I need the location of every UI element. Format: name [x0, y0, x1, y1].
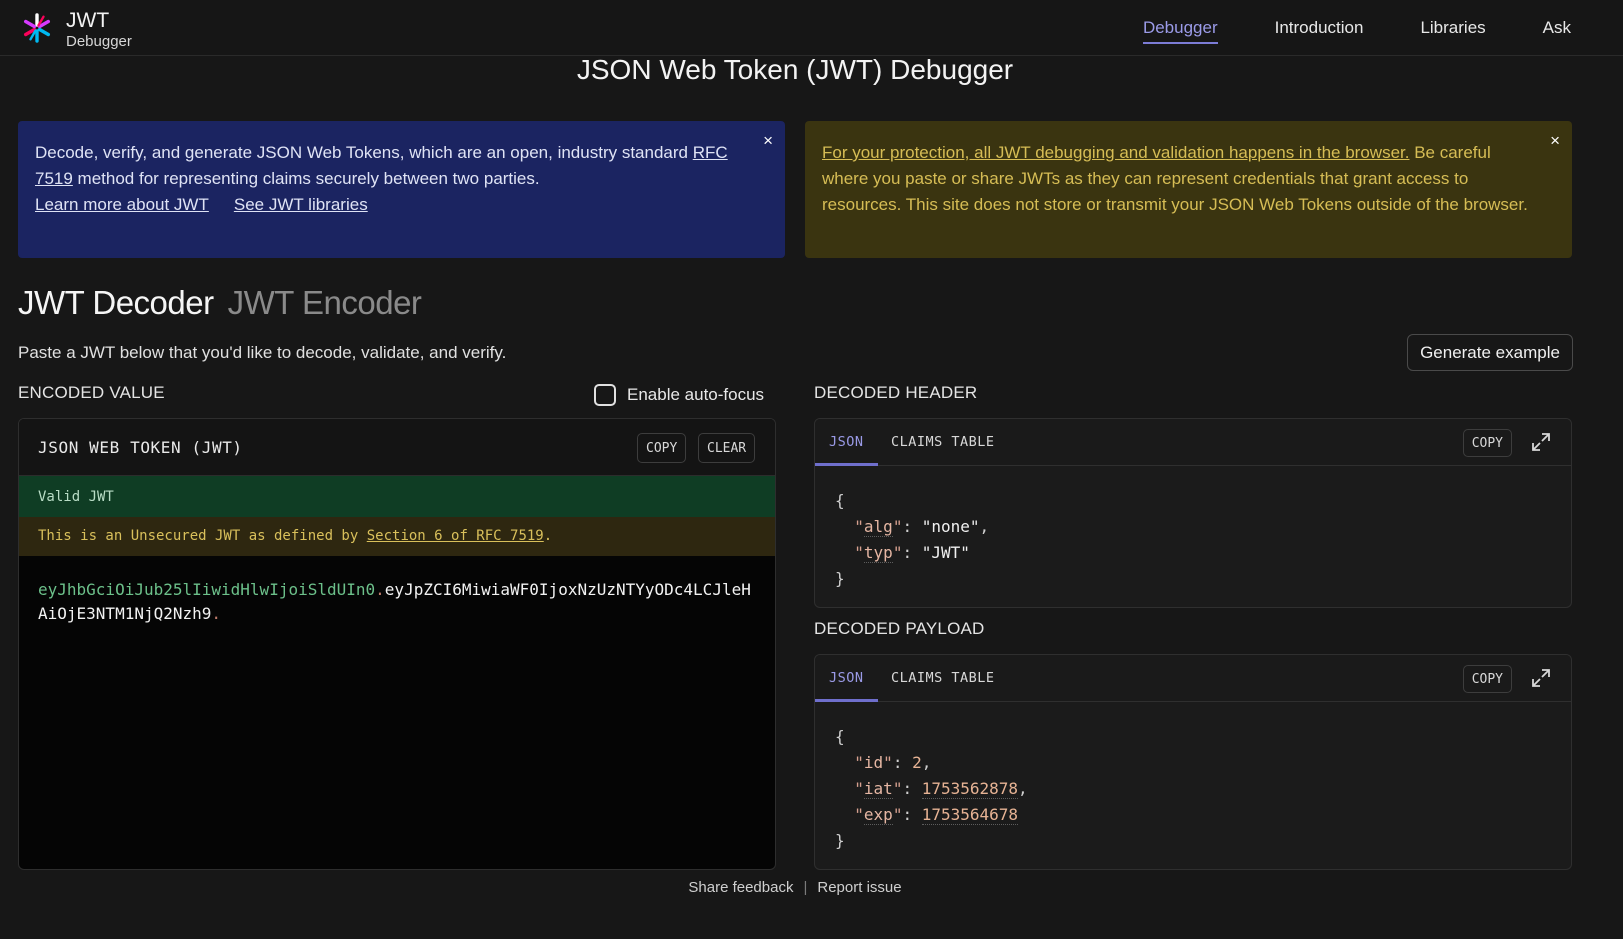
footer-separator: | — [803, 879, 808, 896]
rfc-section-6-link[interactable]: Section 6 of RFC 7519 — [367, 528, 544, 544]
json-value[interactable]: 1753564678 — [921, 805, 1019, 825]
brand-subtitle: Debugger — [66, 33, 132, 50]
close-icon[interactable]: × — [763, 128, 773, 154]
json-close-brace: } — [835, 569, 845, 588]
decoded-payload-json: { "id": 2, "iat": 1753562878, "exp": 175… — [815, 702, 1571, 869]
jwt-token-input[interactable]: eyJhbGciOiJub25lIiwidHlwIjoiSldUIn0.eyJp… — [19, 556, 775, 626]
info-banner: × Decode, verify, and generate JSON Web … — [18, 121, 785, 258]
json-value[interactable]: 1753562878 — [921, 779, 1019, 799]
tab-payload-json[interactable]: JSON — [815, 655, 878, 702]
footer: Share feedback | Report issue — [0, 879, 1590, 896]
auto-focus-label: Enable auto-focus — [627, 385, 765, 404]
copy-payload-button[interactable]: COPY — [1462, 665, 1512, 693]
json-value: JWT — [931, 543, 961, 562]
encoded-value-label: ENCODED VALUE — [18, 383, 165, 402]
json-open-brace: { — [835, 491, 845, 510]
json-line-typ: "typ": "JWT" — [854, 543, 970, 563]
jwt-debugger-page: JWT Debugger Debugger Introduction Libra… — [0, 0, 1623, 939]
brand-text: JWT Debugger — [66, 10, 132, 49]
info-banner-text-start: Decode, verify, and generate JSON Web To… — [35, 143, 693, 162]
mode-tabs: JWT Decoder JWT Encoder — [18, 284, 422, 322]
token-header-segment: eyJhbGciOiJub25lIiwidHlwIjoiSldUIn0 — [38, 580, 376, 599]
nav-link-introduction[interactable]: Introduction — [1275, 18, 1364, 44]
encoded-panel-header: JSON WEB TOKEN (JWT) COPY CLEAR — [19, 419, 775, 476]
json-line-exp: "exp": 1753564678 — [854, 805, 1019, 825]
share-feedback-link[interactable]: Share feedback — [688, 879, 793, 896]
encoded-panel-title: JSON WEB TOKEN (JWT) — [38, 438, 243, 457]
protection-link[interactable]: For your protection, all JWT debugging a… — [822, 143, 1409, 162]
close-icon[interactable]: × — [1550, 128, 1560, 154]
json-key[interactable]: iat — [863, 779, 893, 799]
json-key: id — [863, 753, 884, 772]
brand-name: JWT — [66, 9, 110, 32]
decoded-header-panel: JSON CLAIMS TABLE COPY { "alg": "none", … — [814, 418, 1572, 608]
tab-header-claims-table[interactable]: CLAIMS TABLE — [877, 419, 1009, 466]
decoded-header-tabs: JSON CLAIMS TABLE COPY — [815, 419, 1571, 466]
tab-jwt-encoder[interactable]: JWT Encoder — [228, 284, 422, 321]
decoded-payload-tabs: JSON CLAIMS TABLE COPY — [815, 655, 1571, 702]
json-line-id: "id": 2, — [854, 753, 932, 772]
json-open-brace: { — [835, 727, 845, 746]
brand[interactable]: JWT Debugger — [22, 10, 132, 49]
decoded-payload-label: DECODED PAYLOAD — [814, 619, 985, 638]
encoded-panel: JSON WEB TOKEN (JWT) COPY CLEAR Valid JW… — [18, 418, 776, 870]
nav-links: Debugger Introduction Libraries Ask — [1142, 18, 1571, 44]
token-separator: . — [375, 580, 385, 599]
valid-jwt-status: Valid JWT — [19, 476, 775, 517]
nav-link-ask[interactable]: Ask — [1543, 18, 1571, 44]
expand-icon[interactable] — [1531, 432, 1551, 452]
unsecured-warning-text: This is an Unsecured JWT as defined by — [38, 528, 367, 544]
unsecured-warning-end: . — [543, 528, 553, 544]
copy-header-button[interactable]: COPY — [1462, 429, 1512, 457]
json-close-brace: } — [835, 831, 845, 850]
see-libraries-link[interactable]: See JWT libraries — [234, 195, 368, 214]
json-line-alg: "alg": "none", — [854, 517, 990, 537]
clear-token-button[interactable]: CLEAR — [698, 433, 756, 463]
learn-more-link[interactable]: Learn more about JWT — [35, 195, 209, 214]
token-separator: . — [211, 604, 222, 623]
info-banner-text: Decode, verify, and generate JSON Web To… — [35, 140, 745, 192]
decoded-header-label: DECODED HEADER — [814, 383, 978, 402]
json-value: 2 — [912, 753, 922, 772]
auto-focus-toggle[interactable]: Enable auto-focus — [594, 384, 764, 406]
instructions-text: Paste a JWT below that you'd like to dec… — [18, 343, 507, 362]
top-nav: JWT Debugger Debugger Introduction Libra… — [0, 0, 1623, 56]
generate-example-button[interactable]: Generate example — [1407, 334, 1573, 371]
unsecured-jwt-warning: This is an Unsecured JWT as defined by S… — [19, 517, 775, 556]
json-key: typ — [863, 543, 893, 563]
info-banner-text-end: method for representing claims securely … — [72, 169, 540, 188]
info-banner-links: Learn more about JWT See JWT libraries — [35, 192, 745, 218]
warning-banner: × For your protection, all JWT debugging… — [805, 121, 1572, 258]
jwt-logo-icon — [23, 13, 51, 43]
page-title: JSON Web Token (JWT) Debugger — [576, 54, 1014, 85]
json-key[interactable]: exp — [863, 805, 893, 825]
json-value: none — [931, 517, 970, 536]
expand-icon[interactable] — [1531, 668, 1551, 688]
copy-token-button[interactable]: COPY — [637, 433, 687, 463]
json-line-iat: "iat": 1753562878, — [854, 779, 1028, 799]
decoded-header-json: { "alg": "none", "typ": "JWT" } — [815, 466, 1571, 607]
decoded-payload-panel: JSON CLAIMS TABLE COPY { "id": 2, "iat":… — [814, 654, 1572, 870]
auto-focus-checkbox[interactable] — [594, 384, 616, 406]
nav-link-debugger[interactable]: Debugger — [1142, 18, 1218, 44]
nav-link-libraries[interactable]: Libraries — [1420, 18, 1485, 44]
tab-header-json[interactable]: JSON — [815, 419, 878, 466]
report-issue-link[interactable]: Report issue — [817, 879, 901, 896]
tab-jwt-decoder[interactable]: JWT Decoder — [18, 284, 214, 321]
tab-payload-claims-table[interactable]: CLAIMS TABLE — [877, 655, 1009, 702]
json-key: alg — [863, 517, 893, 537]
